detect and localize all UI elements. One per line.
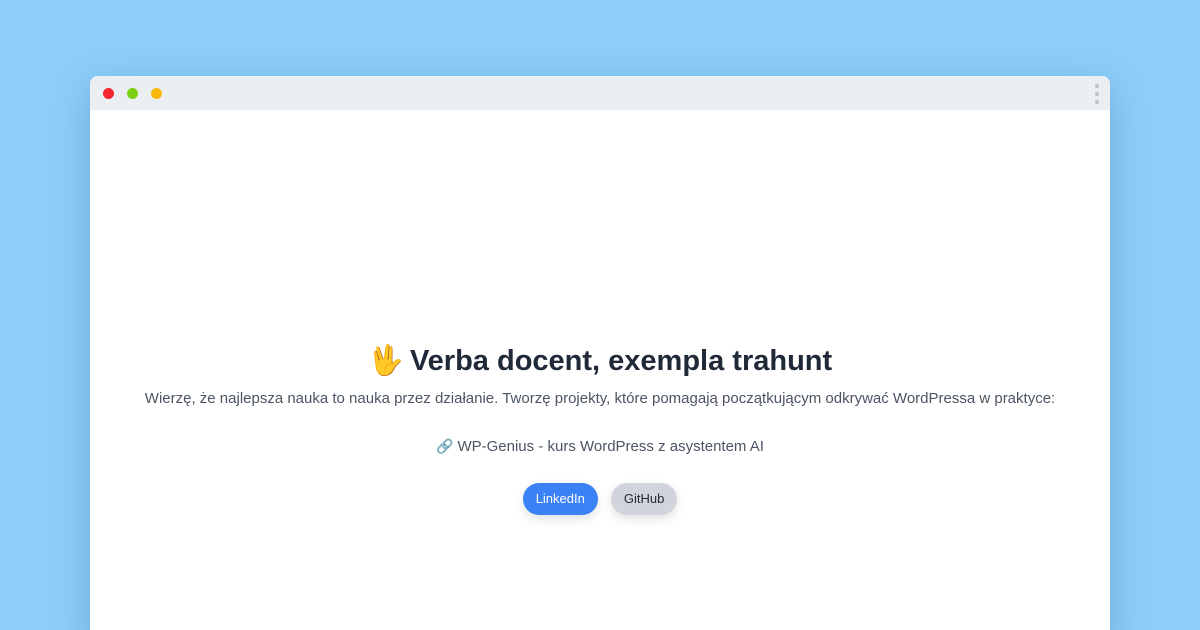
project-link[interactable]: WP-Genius - kurs WordPress z asystentem … [457,438,763,455]
github-button[interactable]: GitHub [610,483,678,515]
page-title: 🖖 Verba docent, exempla trahunt [90,342,1110,379]
minimize-window-button[interactable] [151,88,162,99]
link-icon: 🔗 [436,439,454,455]
page-content: 🖖 Verba docent, exempla trahunt Wierzę, ż… [90,110,1110,630]
close-window-button[interactable] [103,88,114,99]
vulcan-salute-icon: 🖖 [367,343,404,377]
intro-text: Wierzę, że najlepsza nauka to nauka prze… [144,390,1056,407]
page-title-text: Verba docent, exempla trahunt [409,345,833,377]
linkedin-button[interactable]: LinkedIn [522,483,598,515]
project-item: 🔗 WP-Genius - kurs WordPress z asystentem… [90,437,1110,457]
vertical-dots-icon[interactable] [1094,84,1099,104]
window-title-bar [90,76,1110,110]
browser-window: 🖖 Verba docent, exempla trahunt Wierzę, ż… [90,76,1110,630]
social-buttons: LinkedIn GitHub [90,483,1110,515]
maximize-window-button[interactable] [127,88,138,99]
